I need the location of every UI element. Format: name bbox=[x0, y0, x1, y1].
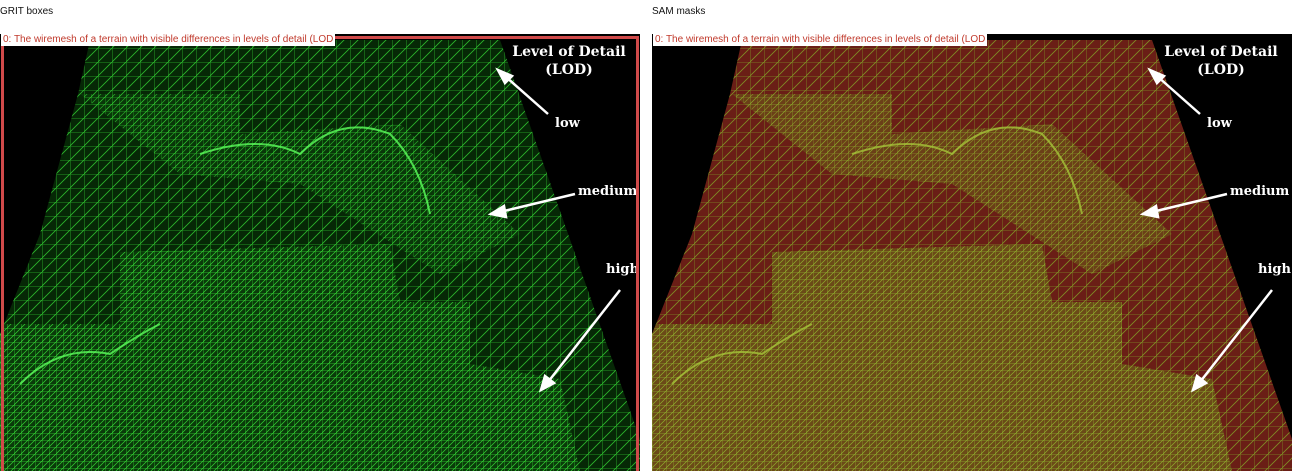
lod-heading-line2: (LOD) bbox=[545, 62, 593, 78]
lod-label-medium: medium bbox=[1230, 184, 1290, 199]
terrain-wiremesh-image bbox=[0, 40, 640, 471]
lod-label-low: low bbox=[555, 116, 580, 131]
sam-masks-panel: Level of Detail (LOD) low medium high 0:… bbox=[652, 34, 1292, 471]
terrain-wiremesh-image bbox=[652, 40, 1292, 471]
panel-title-grit: GRIT boxes bbox=[0, 6, 54, 17]
grit-box-caption: 0: The wiremesh of a terrain with visibl… bbox=[1, 34, 336, 46]
lod-heading-line2: (LOD) bbox=[1197, 62, 1245, 78]
grit-boxes-panel: Level of Detail (LOD) low medium high 0:… bbox=[0, 34, 640, 471]
sam-mask-caption: 0: The wiremesh of a terrain with visibl… bbox=[653, 34, 988, 46]
panel-title-sam: SAM masks bbox=[652, 6, 706, 17]
lod-heading-line1: Level of Detail bbox=[1164, 44, 1278, 60]
lod-label-medium: medium bbox=[578, 184, 638, 199]
lod-label-high: high bbox=[1258, 262, 1291, 277]
lod-label-high: high bbox=[606, 262, 639, 277]
lod-heading-line1: Level of Detail bbox=[512, 44, 626, 60]
lod-label-low: low bbox=[1207, 116, 1232, 131]
